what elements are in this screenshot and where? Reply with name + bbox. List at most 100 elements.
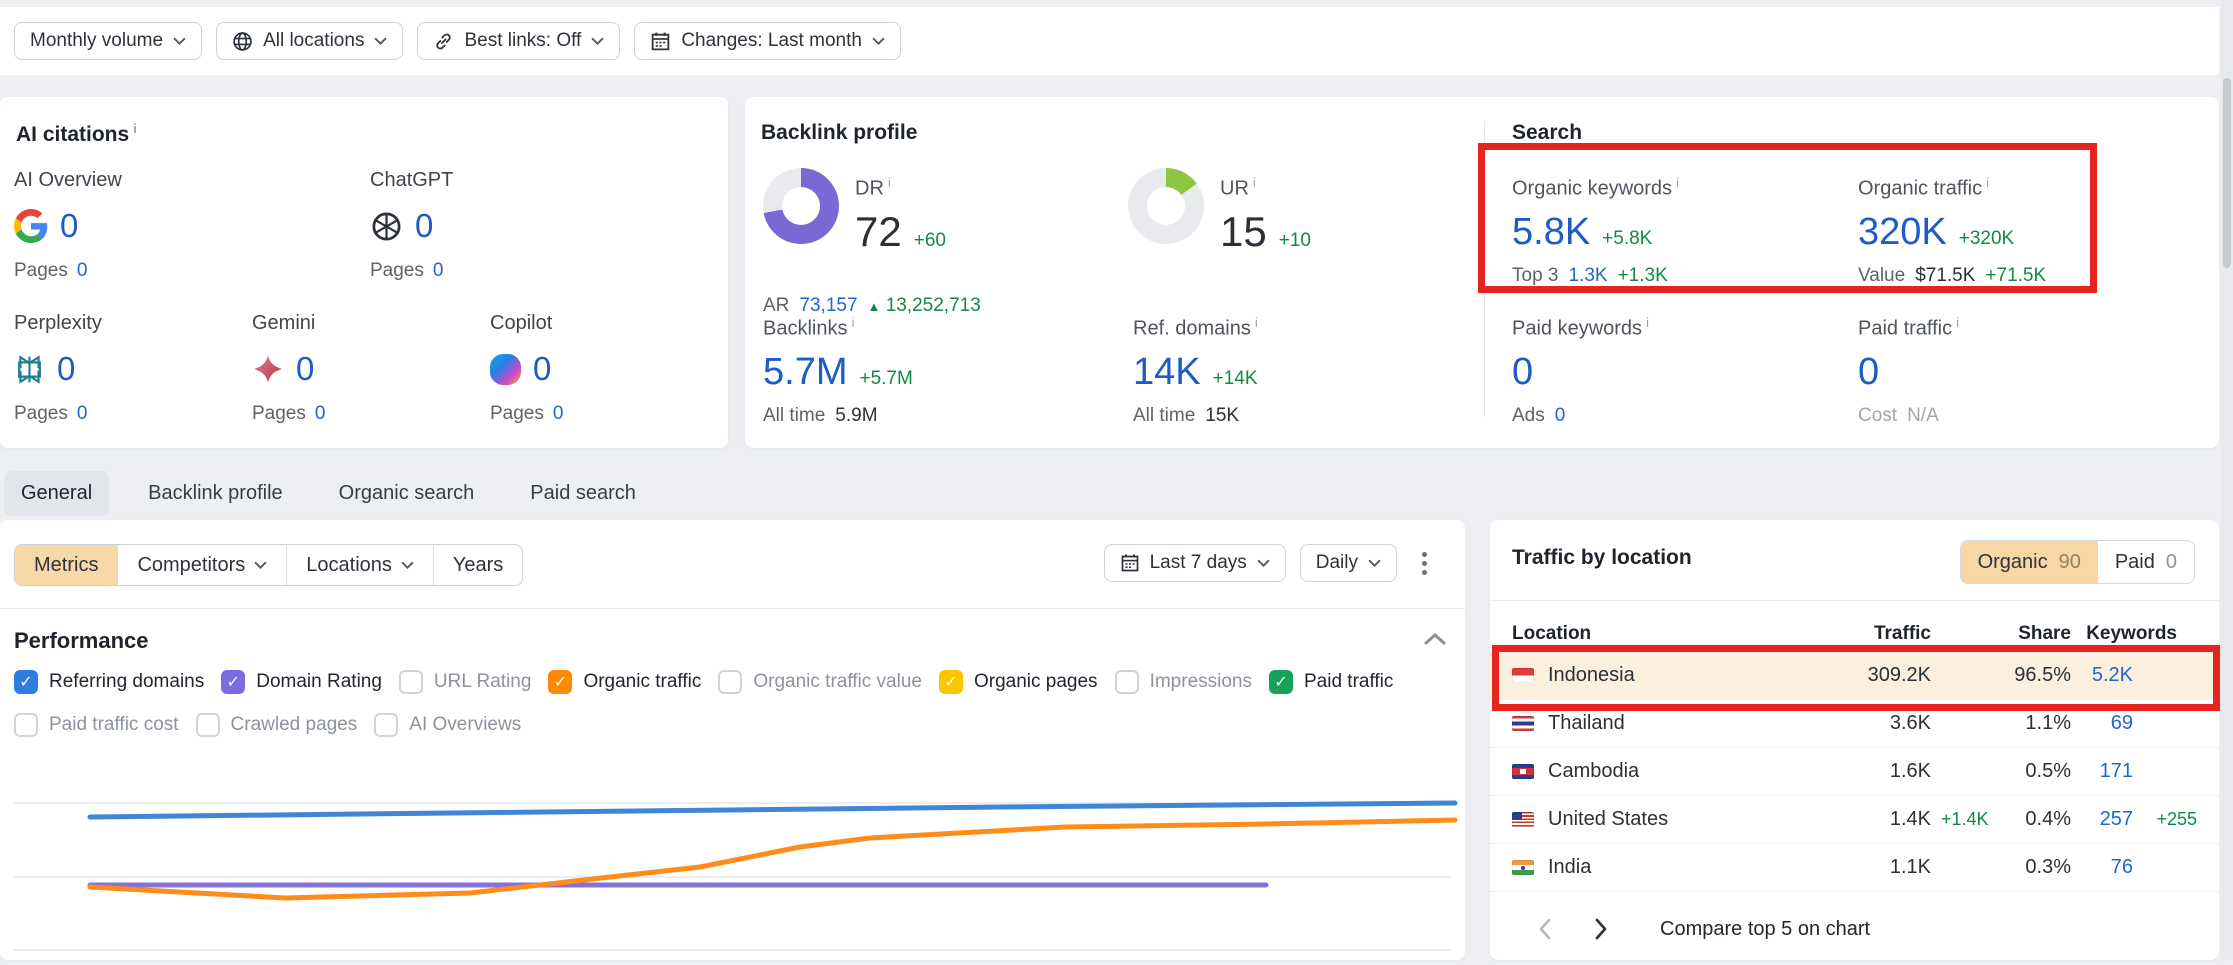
table-row-cambodia[interactable]: Cambodia 1.6K 0.5% 171 xyxy=(1490,748,2219,796)
keywords-link[interactable]: 5.2K xyxy=(2071,664,2133,687)
info-icon[interactable]: i xyxy=(1986,175,1989,190)
scrollbar-thumb[interactable] xyxy=(2223,78,2231,268)
search-title: Search xyxy=(1512,121,1582,145)
dr-donut-chart xyxy=(763,168,839,244)
checkbox-icon xyxy=(374,713,398,737)
traffic-value-amount: $71.5K xyxy=(1915,265,1975,287)
segment-locations[interactable]: Locations xyxy=(286,545,433,585)
changes-dropdown[interactable]: Changes: Last month xyxy=(634,22,901,60)
organic-count: 90 xyxy=(2059,551,2081,574)
more-options-kebab-icon[interactable] xyxy=(1411,544,1437,582)
chevron-down-icon xyxy=(872,37,885,46)
keywords-link[interactable]: 69 xyxy=(2071,712,2133,735)
filters-toolbar: Monthly volume All locations Best links:… xyxy=(0,7,2219,75)
toggle-paid[interactable]: Paid0 xyxy=(2098,541,2194,583)
keywords-link[interactable]: 171 xyxy=(2071,760,2133,783)
info-icon[interactable]: i xyxy=(851,315,854,330)
checkbox-url-rating[interactable]: URL Rating xyxy=(399,670,532,694)
copilot-icon xyxy=(490,354,521,385)
info-icon[interactable]: i xyxy=(133,121,137,136)
flag-cambodia-icon xyxy=(1512,764,1534,779)
gemini-value: 0 xyxy=(296,350,314,388)
date-range-label: Last 7 days xyxy=(1150,552,1247,574)
performance-line-chart[interactable] xyxy=(0,755,1465,960)
ar-value-link[interactable]: 73,157 xyxy=(799,295,857,317)
toggle-organic[interactable]: Organic90 xyxy=(1961,541,2098,583)
checkbox-paid-traffic[interactable]: Paid traffic xyxy=(1269,670,1393,694)
table-row-thailand[interactable]: Thailand 3.6K 1.1% 69 xyxy=(1490,700,2219,748)
copilot-value: 0 xyxy=(533,350,551,388)
panel-divider xyxy=(0,608,1465,609)
ur-donut-chart xyxy=(1128,168,1204,244)
checkbox-organic-traffic-value[interactable]: Organic traffic value xyxy=(718,670,922,694)
organic-keywords-value[interactable]: 5.8K xyxy=(1512,211,1590,253)
segment-metrics[interactable]: Metrics xyxy=(15,545,117,585)
collapse-section-chevron-up-icon[interactable] xyxy=(1423,630,1447,651)
checkbox-icon xyxy=(221,670,245,694)
checkbox-ai-overviews[interactable]: AI Overviews xyxy=(374,713,521,737)
paid-traffic-value: 0 xyxy=(1858,351,1879,393)
paid-count: 0 xyxy=(2166,551,2177,574)
backlinks-alltime: 5.9M xyxy=(835,405,877,427)
checkbox-domain-rating[interactable]: Domain Rating xyxy=(221,670,382,694)
ref-domains-alltime: 15K xyxy=(1205,405,1239,427)
granularity-dropdown[interactable]: Daily xyxy=(1300,544,1397,582)
keywords-link[interactable]: 257 xyxy=(2071,808,2133,831)
keywords-link[interactable]: 76 xyxy=(2071,856,2133,879)
backlinks-delta: +5.7M xyxy=(859,368,912,390)
info-icon[interactable]: i xyxy=(1253,175,1256,190)
chevron-down-icon xyxy=(173,37,186,46)
checkbox-crawled-pages[interactable]: Crawled pages xyxy=(196,713,358,737)
top3-value-link[interactable]: 1.3K xyxy=(1568,265,1607,287)
segment-competitors[interactable]: Competitors xyxy=(117,545,286,585)
chatgpt-icon xyxy=(370,210,403,243)
backlinks-metric: Backlinksi 5.7M+5.7M All time5.9M xyxy=(763,315,913,427)
prev-page-chevron-left-icon[interactable] xyxy=(1530,914,1560,944)
ads-count-link[interactable]: 0 xyxy=(1555,405,1566,427)
date-range-dropdown[interactable]: Last 7 days xyxy=(1104,544,1286,582)
pages-count-link[interactable]: 0 xyxy=(315,403,326,425)
backlinks-value[interactable]: 5.7M xyxy=(763,351,847,393)
best-links-dropdown[interactable]: Best links: Off xyxy=(417,22,620,60)
ai-item-copilot: Copilot 0 Pages0 xyxy=(490,312,720,425)
checkbox-impressions[interactable]: Impressions xyxy=(1115,670,1252,694)
chevron-down-icon xyxy=(401,561,414,570)
performance-chart-svg xyxy=(0,755,1465,960)
segment-years[interactable]: Years xyxy=(433,545,522,585)
checkbox-organic-traffic[interactable]: Organic traffic xyxy=(548,670,701,694)
info-icon[interactable]: i xyxy=(1676,175,1679,190)
checkbox-icon xyxy=(718,670,742,694)
table-row-indonesia[interactable]: Indonesia 309.2K 96.5% 5.2K xyxy=(1490,652,2219,700)
flag-india-icon xyxy=(1512,860,1534,875)
table-row-united-states[interactable]: United States 1.4K +1.4K 0.4% 257 +255 xyxy=(1490,796,2219,844)
next-page-chevron-right-icon[interactable] xyxy=(1586,914,1616,944)
monthly-volume-dropdown[interactable]: Monthly volume xyxy=(14,22,202,60)
checkbox-paid-traffic-cost[interactable]: Paid traffic cost xyxy=(14,713,179,737)
locations-dropdown[interactable]: All locations xyxy=(216,22,403,60)
table-row-india[interactable]: India 1.1K 0.3% 76 xyxy=(1490,844,2219,892)
info-icon[interactable]: i xyxy=(1956,315,1959,330)
globe-icon xyxy=(232,31,253,52)
flag-thailand-icon xyxy=(1512,716,1534,731)
performance-panel: Metrics Competitors Locations Years Last… xyxy=(0,520,1465,960)
tab-backlink-profile[interactable]: Backlink profile xyxy=(131,471,300,516)
backlink-search-card: Backlink profile DRi 72+60 AR 73,157 ▲ 1… xyxy=(745,97,2219,448)
compare-top5-link[interactable]: Compare top 5 on chart xyxy=(1660,918,1870,941)
info-icon[interactable]: i xyxy=(888,175,891,190)
pages-count-link[interactable]: 0 xyxy=(553,403,564,425)
ref-domains-value[interactable]: 14K xyxy=(1133,351,1201,393)
section-tabs: General Backlink profile Organic search … xyxy=(4,468,653,518)
info-icon[interactable]: i xyxy=(1646,315,1649,330)
info-icon[interactable]: i xyxy=(1255,315,1258,330)
pages-count-link[interactable]: 0 xyxy=(433,260,444,282)
organic-traffic-value[interactable]: 320K xyxy=(1858,211,1947,253)
traffic-divider xyxy=(1490,600,2219,601)
tab-general[interactable]: General xyxy=(4,471,109,516)
tab-organic-search[interactable]: Organic search xyxy=(322,471,492,516)
checkbox-referring-domains[interactable]: Referring domains xyxy=(14,670,204,694)
tab-paid-search[interactable]: Paid search xyxy=(513,471,653,516)
pages-count-link[interactable]: 0 xyxy=(77,260,88,282)
ur-delta: +10 xyxy=(1279,230,1311,252)
pages-count-link[interactable]: 0 xyxy=(77,403,88,425)
checkbox-organic-pages[interactable]: Organic pages xyxy=(939,670,1098,694)
